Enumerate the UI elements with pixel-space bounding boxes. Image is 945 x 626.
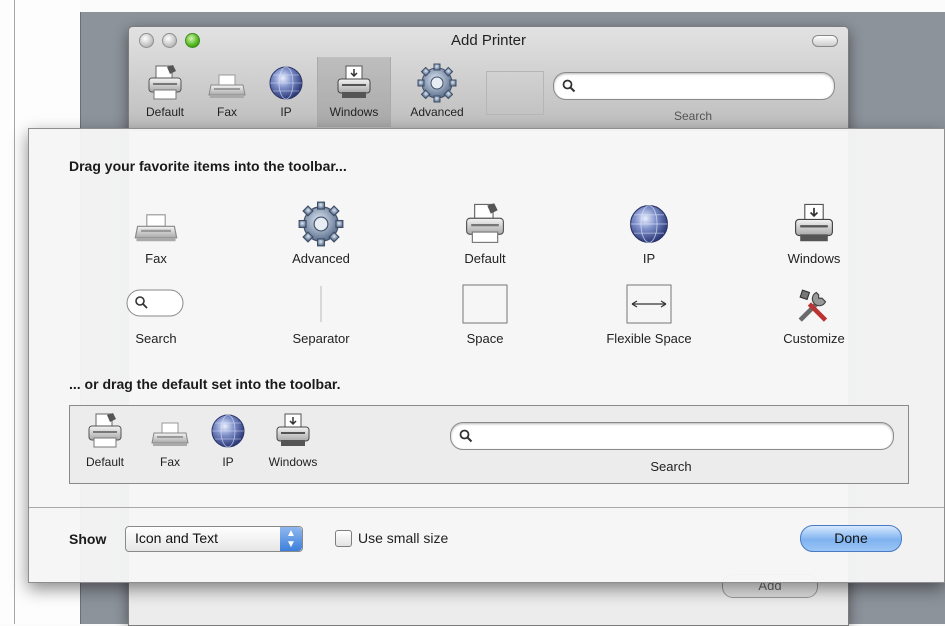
ip-globe-icon bbox=[266, 63, 306, 103]
palette-item-label: Flexible Space bbox=[606, 331, 692, 346]
palette-item-ip[interactable]: IP bbox=[584, 201, 714, 266]
use-small-size-label[interactable]: Use small size bbox=[358, 530, 448, 546]
space-icon bbox=[462, 284, 508, 324]
palette-item-space[interactable]: Space bbox=[420, 281, 550, 346]
toolbar-toggle-button[interactable] bbox=[812, 35, 838, 47]
palette-item-fax[interactable]: Fax bbox=[91, 201, 221, 266]
search-icon bbox=[562, 79, 576, 93]
windows-printer-icon bbox=[334, 63, 374, 103]
customize-toolbar-sheet: Drag your favorite items into the toolba… bbox=[28, 128, 945, 583]
palette-item-label: Space bbox=[466, 331, 504, 346]
gear-icon bbox=[417, 63, 457, 103]
palette-item-label: Search bbox=[135, 331, 177, 346]
toolbar-search-label: Search bbox=[673, 109, 713, 123]
palette-item-label: IP bbox=[642, 251, 656, 266]
default-set-item-windows: Windows bbox=[260, 410, 326, 469]
favorites-heading: Drag your favorite items into the toolba… bbox=[69, 158, 347, 174]
show-mode-value: Icon and Text bbox=[135, 530, 219, 546]
windows-printer-icon bbox=[273, 410, 313, 452]
default-set-heading: ... or drag the default set into the too… bbox=[69, 376, 341, 392]
gear-icon bbox=[298, 201, 344, 247]
fax-icon bbox=[207, 63, 247, 103]
default-set-search-field bbox=[450, 422, 894, 450]
toolbar-item-label: IP bbox=[280, 105, 292, 119]
toolbar-item-ip[interactable]: IP bbox=[261, 57, 311, 127]
palette-item-customize[interactable]: Customize bbox=[749, 281, 879, 346]
default-set-item-default: Default bbox=[76, 410, 134, 469]
default-set-item-fax: Fax bbox=[148, 410, 192, 469]
default-set-item-label: IP bbox=[222, 455, 234, 469]
default-set-search-label: Search bbox=[650, 459, 692, 474]
toolbar-item-windows[interactable]: Windows bbox=[317, 57, 391, 127]
palette-item-label: Default bbox=[464, 251, 506, 266]
tools-icon bbox=[791, 281, 837, 327]
default-set-item-label: Windows bbox=[268, 455, 318, 469]
default-printer-icon bbox=[85, 410, 125, 452]
window-title: Add Printer bbox=[450, 32, 527, 49]
default-set-item-label: Default bbox=[85, 455, 125, 469]
toolbar-item-label: Advanced bbox=[410, 105, 464, 119]
popup-arrows-icon: ▲ ▼ bbox=[280, 527, 302, 551]
toolbar-item-label: Default bbox=[145, 105, 185, 119]
toolbar-drop-placeholder bbox=[486, 71, 544, 115]
show-label: Show bbox=[69, 531, 107, 547]
toolbar-item-default[interactable]: Default bbox=[135, 57, 195, 127]
palette-item-flexible-space[interactable]: Flexible Space bbox=[584, 281, 714, 346]
sheet-divider bbox=[29, 507, 944, 508]
default-set-item-label: Fax bbox=[159, 455, 180, 469]
search-icon bbox=[459, 429, 473, 443]
toolbar-item-advanced[interactable]: Advanced bbox=[397, 57, 477, 127]
default-printer-icon bbox=[462, 201, 508, 247]
done-button[interactable]: Done bbox=[800, 525, 902, 552]
windows-printer-icon bbox=[791, 201, 837, 247]
separator-icon bbox=[320, 286, 322, 322]
default-set-item-ip: IP bbox=[206, 410, 250, 469]
search-field-icon bbox=[126, 289, 184, 317]
margin-line bbox=[14, 0, 15, 624]
fax-icon bbox=[150, 410, 190, 452]
show-mode-select[interactable]: Icon and Text ▲ ▼ bbox=[125, 526, 303, 552]
default-printer-icon bbox=[145, 63, 185, 103]
palette-item-separator[interactable]: Separator bbox=[256, 281, 386, 346]
toolbar-item-label: Fax bbox=[216, 105, 237, 119]
palette-item-label: Advanced bbox=[292, 251, 350, 266]
palette-item-label: Separator bbox=[292, 331, 350, 346]
palette-item-default[interactable]: Default bbox=[420, 201, 550, 266]
window-titlebar: Add Printer Default Fax IP Windows Advan… bbox=[129, 27, 848, 131]
toolbar-item-label: Windows bbox=[329, 105, 379, 119]
ip-globe-icon bbox=[208, 410, 248, 452]
palette-item-label: Windows bbox=[787, 251, 841, 266]
palette-item-advanced[interactable]: Advanced bbox=[256, 201, 386, 266]
toolbar-item-fax[interactable]: Fax bbox=[201, 57, 253, 127]
fax-icon bbox=[133, 201, 179, 247]
flexible-space-icon bbox=[626, 284, 672, 324]
ip-globe-icon bbox=[626, 201, 672, 247]
palette-item-search[interactable]: Search bbox=[91, 281, 221, 346]
palette-item-label: Fax bbox=[145, 251, 167, 266]
palette-item-windows[interactable]: Windows bbox=[749, 201, 879, 266]
toolbar-search-input[interactable] bbox=[553, 72, 835, 100]
palette-item-label: Customize bbox=[783, 331, 845, 346]
default-toolbar-set[interactable]: Default Fax IP Windows Search bbox=[69, 405, 909, 484]
use-small-size-checkbox[interactable] bbox=[335, 530, 352, 547]
